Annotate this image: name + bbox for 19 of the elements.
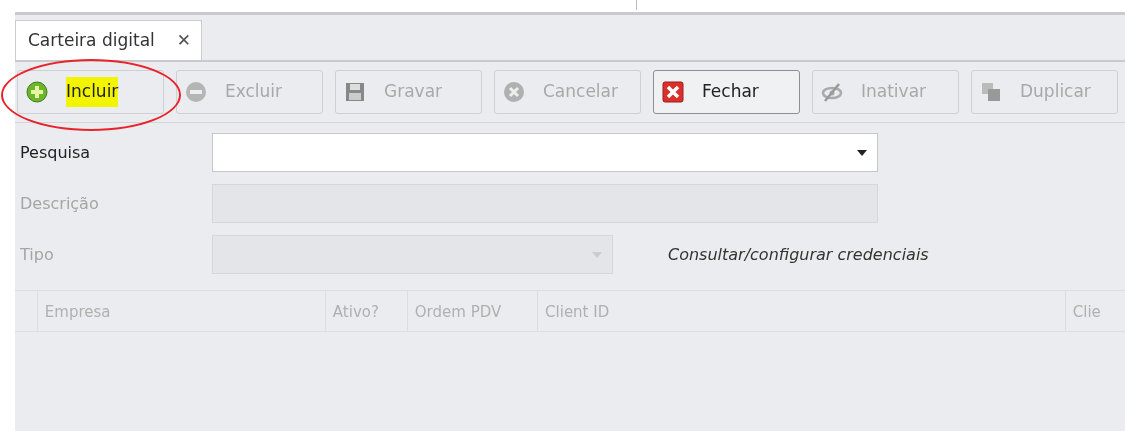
field-label: Pesquisa xyxy=(20,141,92,164)
document-tab[interactable]: Carteira digital ✕ xyxy=(15,20,203,60)
column-header[interactable]: Clie xyxy=(1065,291,1125,331)
column-header[interactable]: Ativo? xyxy=(325,291,408,331)
plus-icon xyxy=(26,81,48,103)
close-icon xyxy=(662,81,684,103)
dropdown-field[interactable] xyxy=(212,133,878,172)
minus-icon xyxy=(185,81,207,103)
cancel-icon xyxy=(503,81,525,103)
column-header[interactable]: Ordem PDV xyxy=(407,291,539,331)
duplicate-icon xyxy=(980,81,1002,103)
column-header[interactable]: Client ID xyxy=(538,291,1066,331)
column-header[interactable]: Empresa xyxy=(37,291,326,331)
eye-crossed-icon xyxy=(821,81,843,103)
field-label: Descrição xyxy=(20,192,100,215)
dropdown-caret-icon[interactable] xyxy=(857,149,867,156)
close-icon[interactable]: ✕ xyxy=(176,27,192,54)
field-label: Tipo xyxy=(20,243,55,266)
toolbar-button[interactable]: Fechar xyxy=(653,70,800,114)
